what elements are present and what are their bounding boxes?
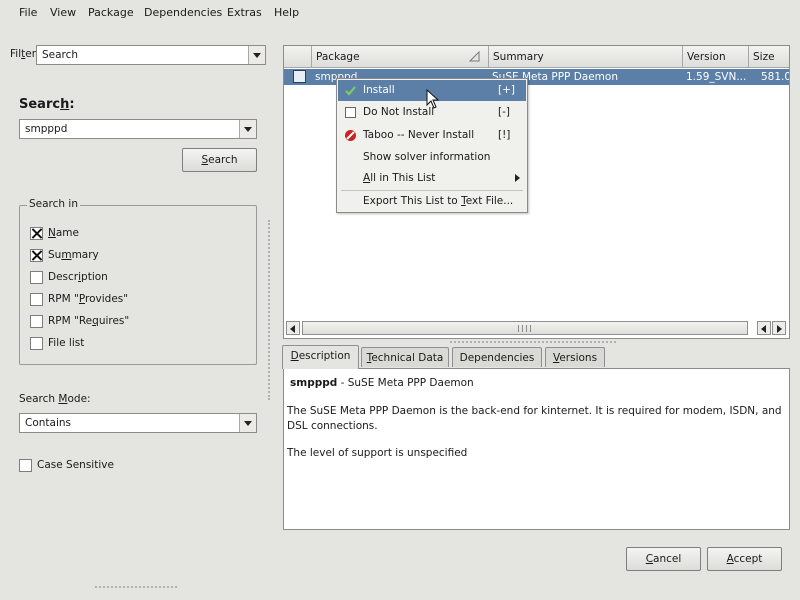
- check-icon: [345, 86, 356, 96]
- case-sensitive-label: Case Sensitive: [37, 459, 114, 471]
- column-status[interactable]: [284, 46, 312, 68]
- row-size: 581.0: [761, 71, 789, 83]
- support-level-text: The level of support is unspecified: [287, 447, 468, 459]
- forbidden-icon: [345, 130, 356, 141]
- horizontal-scrollbar[interactable]: [286, 321, 787, 336]
- menu-package[interactable]: Package: [88, 6, 134, 19]
- case-sensitive-checkbox[interactable]: [19, 459, 32, 472]
- sort-ascending-icon: [469, 51, 480, 62]
- scroll-thumb[interactable]: [302, 321, 748, 335]
- description-title: smpppd - SuSE Meta PPP Daemon: [290, 377, 474, 389]
- description-label: Description: [48, 271, 108, 283]
- menu-dependencies[interactable]: Dependencies: [144, 6, 222, 19]
- search-in-title: Search in: [27, 198, 80, 210]
- search-button[interactable]: Search: [182, 148, 257, 172]
- filter-label: Filter:: [10, 48, 40, 60]
- rpm-requires-label: RPM "Requires": [48, 315, 130, 327]
- name-checkbox[interactable]: [30, 227, 43, 240]
- context-menu-solver-info[interactable]: Show solver information: [338, 147, 526, 168]
- chevron-down-icon[interactable]: [239, 120, 256, 138]
- tab-versions[interactable]: Versions: [545, 347, 605, 367]
- context-menu-taboo[interactable]: Taboo -- Never Install [!]: [338, 125, 526, 146]
- mouse-cursor-icon: [426, 89, 440, 109]
- scroll-left-arrow-icon[interactable]: [757, 321, 771, 335]
- name-label: Name: [48, 227, 79, 239]
- resize-grip[interactable]: [95, 586, 177, 588]
- tab-dependencies[interactable]: Dependencies: [452, 347, 542, 367]
- context-menu-export[interactable]: Export This List to Text File...: [338, 191, 526, 212]
- row-version: 1.59_SVN...: [686, 71, 747, 83]
- description-checkbox[interactable]: [30, 271, 43, 284]
- search-mode-label: Search Mode:: [19, 393, 91, 405]
- scroll-right-arrow-icon[interactable]: [772, 321, 786, 335]
- chevron-down-icon: [248, 46, 265, 64]
- column-summary[interactable]: Summary: [489, 46, 683, 68]
- filter-value: Search: [42, 49, 79, 61]
- empty-box-icon: [345, 107, 356, 118]
- chevron-down-icon: [239, 414, 256, 432]
- menubar: File View Package Dependencies Extras He…: [0, 0, 800, 24]
- menu-help[interactable]: Help: [274, 6, 299, 19]
- tab-description[interactable]: Description: [282, 345, 359, 369]
- column-package[interactable]: Package: [312, 46, 489, 68]
- description-text: The SuSE Meta PPP Daemon is the back-end…: [287, 405, 782, 432]
- menu-extras[interactable]: Extras: [227, 6, 262, 19]
- grip-icon: [518, 325, 531, 332]
- file-list-label: File list: [48, 337, 85, 349]
- summary-label: Summary: [48, 249, 99, 261]
- search-mode-combo[interactable]: Contains: [19, 413, 257, 433]
- rpm-provides-label: RPM "Provides": [48, 293, 129, 305]
- accept-button[interactable]: Accept: [707, 547, 782, 571]
- rpm-provides-checkbox[interactable]: [30, 293, 43, 306]
- search-input[interactable]: smpppd: [19, 119, 257, 139]
- search-query: smpppd: [25, 123, 68, 135]
- search-heading: Search:: [19, 97, 75, 112]
- pane-splitter[interactable]: [268, 220, 270, 400]
- cancel-button[interactable]: Cancel: [626, 547, 701, 571]
- file-list-checkbox[interactable]: [30, 337, 43, 350]
- filter-combo[interactable]: Search: [36, 45, 266, 65]
- scroll-left-arrow-icon[interactable]: [286, 321, 300, 335]
- column-version[interactable]: Version: [683, 46, 749, 68]
- menu-file[interactable]: File: [19, 6, 37, 19]
- submenu-arrow-icon: [515, 174, 520, 182]
- row-status-checkbox[interactable]: [293, 70, 306, 83]
- search-mode-value: Contains: [25, 417, 72, 429]
- menu-view[interactable]: View: [50, 6, 76, 19]
- tab-technical-data[interactable]: Technical Data: [361, 347, 449, 367]
- summary-checkbox[interactable]: [30, 249, 43, 262]
- vertical-splitter[interactable]: [450, 341, 616, 343]
- rpm-requires-checkbox[interactable]: [30, 315, 43, 328]
- context-menu-all-in-list[interactable]: All in This List: [338, 168, 526, 189]
- description-panel: smpppd - SuSE Meta PPP Daemon The SuSE M…: [283, 368, 790, 530]
- column-size[interactable]: Size: [749, 46, 789, 68]
